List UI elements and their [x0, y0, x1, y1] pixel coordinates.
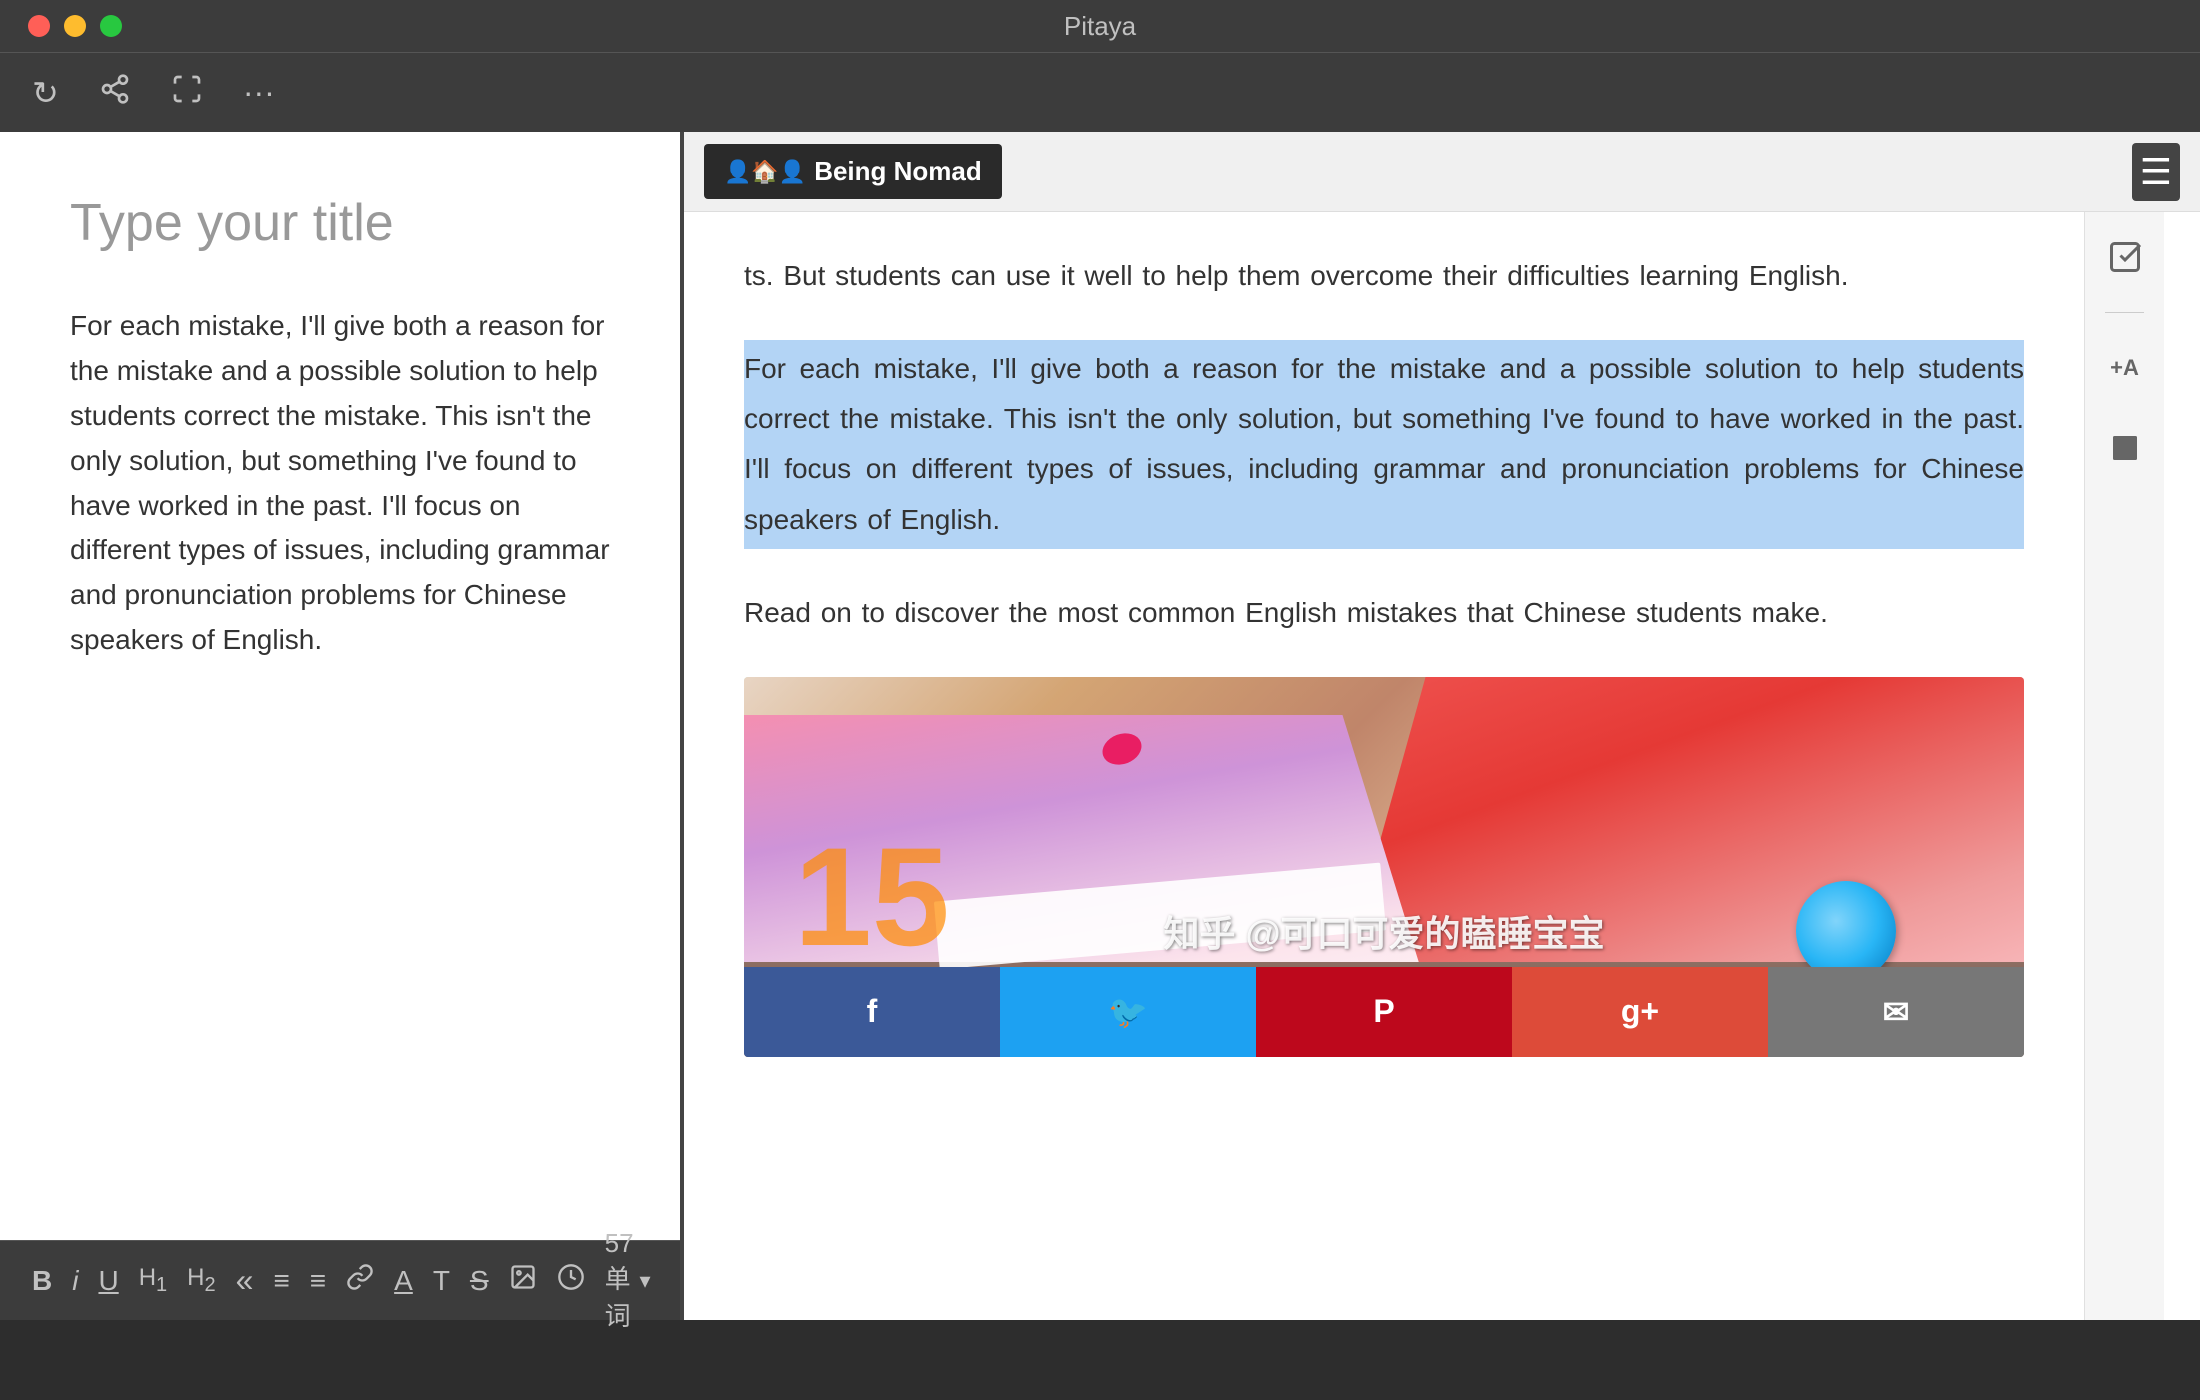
- browser-toolbar: 👤🏠👤 Being Nomad ☰: [684, 132, 2200, 212]
- link-button[interactable]: [346, 1263, 374, 1298]
- shape-sidebar-icon[interactable]: [2100, 423, 2150, 473]
- fullscreen-icon[interactable]: [171, 73, 203, 113]
- ordered-list-button[interactable]: ≡: [310, 1265, 326, 1297]
- editor-body-text[interactable]: For each mistake, I'll give both a reaso…: [70, 304, 610, 662]
- twitter-icon: 🐦: [1108, 993, 1148, 1031]
- article-read-on-text: Read on to discover the most common Engl…: [744, 589, 2024, 637]
- refresh-icon[interactable]: ↻: [32, 74, 59, 112]
- editor-title-placeholder[interactable]: Type your title: [70, 192, 610, 254]
- email-icon: ✉: [1883, 993, 1910, 1031]
- word-count-text: 57 单词: [605, 1228, 634, 1333]
- share-icon[interactable]: [99, 73, 131, 113]
- minimize-button[interactable]: [64, 15, 86, 37]
- app-title: Pitaya: [1064, 11, 1136, 42]
- underline-button[interactable]: U: [98, 1265, 118, 1297]
- unordered-list-button[interactable]: ≡: [273, 1265, 289, 1297]
- email-share-button[interactable]: ✉: [1768, 967, 2024, 1057]
- browser-menu-icon[interactable]: ☰: [2132, 143, 2180, 201]
- text-type-button[interactable]: T: [433, 1265, 450, 1297]
- article-content: ts. But students can use it well to help…: [684, 212, 2084, 1320]
- browser-sidebar: +A: [2084, 212, 2164, 1320]
- strikethrough-button[interactable]: S: [470, 1265, 489, 1297]
- heading1-button[interactable]: H1: [139, 1264, 167, 1297]
- annotate-button[interactable]: A: [394, 1265, 413, 1297]
- logo-person-icon: 👤🏠👤: [724, 159, 806, 185]
- image-button[interactable]: [509, 1263, 537, 1298]
- more-icon[interactable]: ···: [243, 74, 275, 111]
- pinterest-icon: P: [1373, 993, 1394, 1030]
- logo-text: Being Nomad: [814, 156, 982, 187]
- article-intro-text: ts. But students can use it well to help…: [744, 252, 2024, 300]
- heading2-button[interactable]: H2: [187, 1264, 215, 1297]
- google-plus-icon: g+: [1621, 993, 1659, 1030]
- sidebar-divider-1: [2105, 312, 2145, 313]
- google-plus-share-button[interactable]: g+: [1512, 967, 1768, 1057]
- article-image: 15 知乎 @可口可爱的瞌睡宝宝 f 🐦 P: [744, 677, 2024, 1057]
- social-share-bar: f 🐦 P g+ ✉: [744, 967, 2024, 1057]
- traffic-lights: [28, 15, 122, 37]
- italic-button[interactable]: i: [72, 1265, 78, 1297]
- twitter-share-button[interactable]: 🐦: [1000, 967, 1256, 1057]
- site-logo: 👤🏠👤 Being Nomad: [704, 144, 1002, 199]
- word-count[interactable]: 57 单词 ▾: [605, 1228, 651, 1333]
- article-highlight-paragraph: For each mistake, I'll give both a reaso…: [744, 340, 2024, 550]
- title-bar: Pitaya: [0, 0, 2200, 52]
- format-toolbar: B i U H1 H2 « ≡ ≡ A T S: [0, 1240, 680, 1320]
- checkbox-sidebar-icon[interactable]: [2100, 232, 2150, 282]
- top-toolbar: ↻ ···: [0, 52, 2200, 132]
- bold-button[interactable]: B: [32, 1265, 52, 1297]
- main-area: Type your title For each mistake, I'll g…: [0, 132, 2200, 1320]
- close-button[interactable]: [28, 15, 50, 37]
- pinterest-share-button[interactable]: P: [1256, 967, 1512, 1057]
- formula-sidebar-icon[interactable]: +A: [2100, 343, 2150, 393]
- browser-panel: 👤🏠👤 Being Nomad ☰ ts. But students can u…: [684, 132, 2200, 1320]
- quote-button[interactable]: «: [236, 1262, 254, 1299]
- word-count-dropdown[interactable]: ▾: [640, 1268, 651, 1294]
- facebook-share-button[interactable]: f: [744, 967, 1000, 1057]
- timer-button[interactable]: [557, 1263, 585, 1298]
- globe-object: [1796, 881, 1896, 981]
- facebook-icon: f: [867, 993, 878, 1030]
- editor-panel: Type your title For each mistake, I'll g…: [0, 132, 680, 1320]
- maximize-button[interactable]: [100, 15, 122, 37]
